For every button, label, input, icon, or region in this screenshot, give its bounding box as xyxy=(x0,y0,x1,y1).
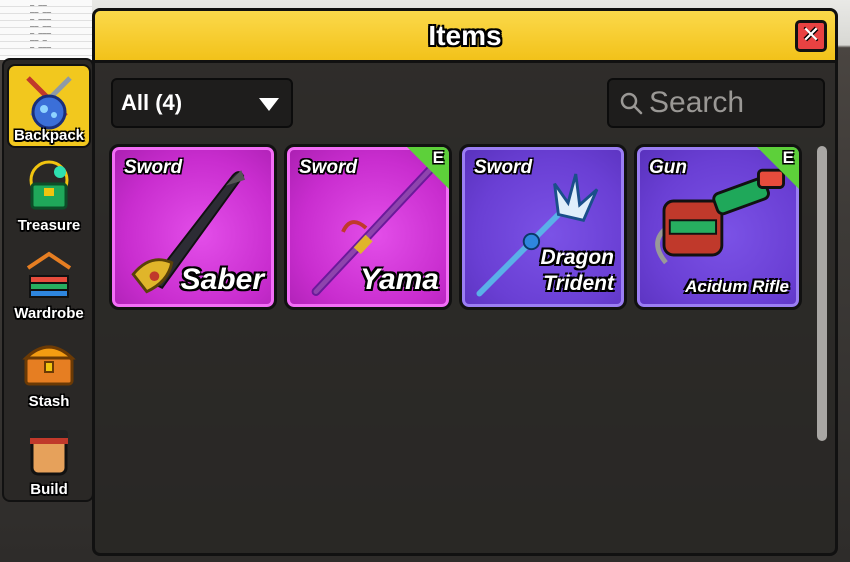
item-card-saber[interactable]: Sword Saber xyxy=(109,144,277,310)
equipped-badge-label: E xyxy=(432,148,444,167)
item-name-label: Dragon Trident xyxy=(541,245,615,297)
panel-title: Items xyxy=(428,19,502,51)
item-card-yama[interactable]: Sword Yama E xyxy=(284,144,452,310)
sidebar-item-label: Wardrobe xyxy=(14,305,84,322)
search-box[interactable] xyxy=(607,78,825,128)
equipped-badge: E xyxy=(757,147,799,189)
item-card-acidum-rifle[interactable]: Gun Acidum Rifle E xyxy=(634,144,802,310)
item-type-label: Sword xyxy=(474,157,533,178)
equipped-badge-label: E xyxy=(782,148,794,167)
item-name-label: Yama xyxy=(360,263,439,296)
backpack-icon xyxy=(26,76,72,130)
sidebar-item-backpack[interactable]: Backpack xyxy=(7,64,91,148)
wardrobe-icon xyxy=(26,251,72,298)
items-grid: Sword Saber Sword Yama E Sword Dragon Tr… xyxy=(109,144,809,314)
filter-selected-value: All (4) xyxy=(121,90,183,115)
item-type-label: Sword xyxy=(299,157,358,178)
item-type-label: Gun xyxy=(649,157,687,178)
item-card-dragon-trident[interactable]: Sword Dragon Trident xyxy=(459,144,627,310)
close-icon: ✕ xyxy=(801,23,821,48)
item-type-label: Sword xyxy=(124,157,183,178)
item-name-label: Saber xyxy=(180,263,264,296)
search-icon xyxy=(620,92,643,115)
search-input[interactable] xyxy=(649,86,819,120)
stash-chest-icon xyxy=(22,345,76,386)
sidebar-item-label: Build xyxy=(30,481,68,498)
sidebar-item-label: Backpack xyxy=(13,127,85,144)
sidebar-item-label: Stash xyxy=(28,393,70,410)
items-panel: Items ✕ All (4) Sword Saber xyxy=(92,8,838,556)
item-name-line: Dragon xyxy=(540,246,615,269)
equipped-badge: E xyxy=(407,147,449,189)
chevron-down-icon xyxy=(259,98,279,111)
sidebar: Backpack Treasure Wardrobe Stash Build xyxy=(2,58,94,502)
sidebar-item-stash[interactable]: Stash xyxy=(7,328,91,412)
items-scrollbar[interactable] xyxy=(817,146,827,441)
sidebar-item-wardrobe[interactable]: Wardrobe xyxy=(7,240,91,324)
filter-dropdown[interactable]: All (4) xyxy=(111,78,293,128)
sidebar-item-build[interactable]: Build xyxy=(7,416,91,500)
sidebar-item-label: Treasure xyxy=(17,217,81,234)
item-name-label: Acidum Rifle xyxy=(685,277,789,296)
item-name-line: Trident xyxy=(543,272,614,295)
treasure-icon xyxy=(29,160,69,210)
sidebar-item-treasure[interactable]: Treasure xyxy=(7,152,91,236)
build-avatar-icon xyxy=(30,430,68,476)
close-button[interactable]: ✕ xyxy=(795,20,827,52)
panel-header: Items ✕ xyxy=(95,11,835,63)
leaderboard-sign: — —— —— —— — ——— —— —— — ——— —— — — ——— xyxy=(0,0,92,60)
